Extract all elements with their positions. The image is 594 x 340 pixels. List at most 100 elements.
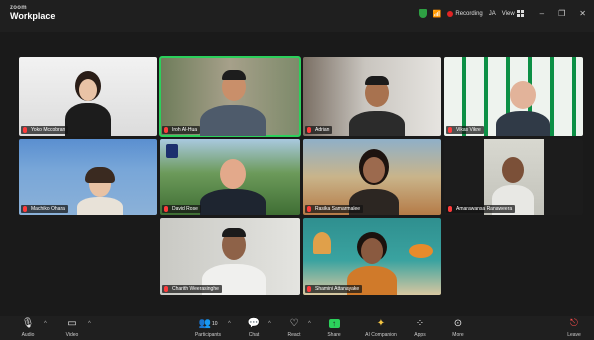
video-tile-amarawansa[interactable]: Amarawansa Ranaweera — [444, 139, 583, 215]
nameplate: Amarawansa Ranaweera — [446, 205, 516, 213]
mic-muted-icon — [307, 206, 311, 212]
participant-name: Adrian — [315, 127, 330, 133]
participants-button[interactable]: 👥10 Participants — [188, 318, 228, 338]
recording-label: Recording — [455, 10, 483, 17]
share-screen-icon: ↑ — [314, 318, 354, 330]
video-tile-charith[interactable]: Charith Weerasinghe — [160, 218, 300, 295]
react-options-chevron-icon[interactable]: ^ — [308, 321, 311, 327]
participant-face — [510, 81, 536, 109]
participant-body — [65, 103, 111, 136]
participant-name: Rasika Samarmalee — [315, 206, 361, 212]
university-logo-icon — [166, 144, 178, 158]
audio-button[interactable]: 🎙 Audio — [8, 318, 48, 338]
apps-icon: ⁘ — [415, 318, 425, 329]
mic-muted-icon — [307, 127, 311, 133]
participant-name: Vikas Vikre — [456, 127, 481, 133]
chat-options-chevron-icon[interactable]: ^ — [268, 321, 271, 327]
signal-icon[interactable]: 📶 — [433, 10, 442, 18]
audio-options-chevron-icon[interactable]: ^ — [44, 321, 47, 327]
participants-count: 10 — [211, 321, 218, 327]
participant-hair — [222, 228, 246, 237]
video-tile-yoko[interactable]: Yoko Mccobran — [19, 57, 157, 136]
mic-muted-icon — [164, 206, 168, 212]
share-label: Share — [327, 332, 341, 338]
audio-label: Audio — [21, 332, 35, 338]
leave-button[interactable]: ⎋ Leave — [554, 318, 594, 338]
video-tile-shamini[interactable]: Shamini Attanayake — [303, 218, 441, 295]
mic-muted-icon — [164, 127, 168, 133]
share-button[interactable]: ↑ Share — [314, 318, 354, 338]
nameplate: Shamini Attanayake — [305, 285, 363, 293]
participant-name: Machiko Ohara — [31, 206, 65, 212]
nameplate: Adrian — [305, 126, 333, 134]
grid-view-icon — [516, 10, 524, 17]
fruit-bowl-decoration — [409, 244, 433, 258]
mic-muted-icon — [307, 286, 311, 292]
participant-name: Amarawansa Ranaweera — [456, 206, 513, 212]
video-options-chevron-icon[interactable]: ^ — [88, 321, 91, 327]
nameplate: Vikas Vikre — [446, 126, 484, 134]
zoom-logo: zoom Workplace — [10, 5, 55, 21]
leave-label: Leave — [567, 332, 581, 338]
apps-label: Apps — [414, 332, 426, 338]
participant-name: Charith Weerasinghe — [172, 286, 219, 292]
mic-muted-icon — [448, 206, 452, 212]
title-bar: zoom Workplace 📶 Recording JA View – ❐ ✕ — [0, 0, 594, 32]
record-dot-icon — [447, 10, 454, 17]
video-label: Video — [65, 332, 79, 338]
nameplate: David Rose — [162, 205, 201, 213]
participant-name: Iroh Al-Hua — [172, 127, 198, 133]
apps-button[interactable]: ⁘ Apps — [400, 318, 440, 338]
recording-indicator[interactable]: Recording — [447, 10, 483, 17]
participant-body — [349, 111, 405, 136]
nameplate: Iroh Al-Hua — [162, 126, 201, 134]
participants-icon: 👥10 — [198, 318, 218, 329]
nameplate: Yoko Mccobran — [21, 126, 69, 134]
participant-body — [496, 111, 550, 136]
mic-muted-icon — [448, 127, 452, 133]
security-shield-icon[interactable] — [418, 9, 427, 18]
mic-muted-icon — [23, 206, 27, 212]
participant-face — [502, 157, 524, 183]
minimize-button[interactable]: – — [540, 9, 544, 18]
ai-companion-button[interactable]: ✦ AI Companion — [356, 318, 406, 338]
sparkle-icon: ✦ — [376, 318, 386, 329]
participant-face — [79, 79, 97, 101]
participant-hair — [85, 167, 115, 183]
participant-hair — [222, 70, 246, 80]
participant-body — [200, 189, 266, 215]
more-label: More — [452, 332, 464, 338]
video-button[interactable]: ▭ Video — [52, 318, 92, 338]
participant-name: David Rose — [172, 206, 198, 212]
video-tile-iroh[interactable]: Iroh Al-Hua — [159, 56, 301, 137]
video-tile-david[interactable]: David Rose — [160, 139, 300, 215]
participants-label: Participants — [194, 332, 222, 338]
user-initials[interactable]: JA — [489, 11, 496, 17]
more-button[interactable]: ⊙ More — [438, 318, 478, 338]
participant-hair — [365, 76, 389, 85]
view-button[interactable]: View — [502, 10, 524, 17]
video-tile-rasika[interactable]: Rasika Samarmalee — [303, 139, 441, 215]
close-button[interactable]: ✕ — [579, 9, 586, 18]
participant-body — [200, 105, 266, 136]
meeting-toolbar: 🎙 Audio ^ ▭ Video ^ 👥10 Participants ^ 💬… — [0, 316, 594, 340]
microphone-icon: 🎙 — [21, 318, 35, 329]
brand-bottom: Workplace — [10, 11, 56, 21]
nameplate: Charith Weerasinghe — [162, 285, 222, 293]
nameplate: Machiko Ohara — [21, 205, 68, 213]
participant-face — [361, 238, 383, 264]
view-label: View — [501, 10, 515, 17]
participant-face — [363, 157, 385, 183]
participants-options-chevron-icon[interactable]: ^ — [228, 321, 231, 327]
participant-body — [77, 197, 123, 215]
react-label: React — [287, 332, 301, 338]
participant-name: Shamini Attanayake — [315, 286, 360, 292]
video-tile-machiko[interactable]: Machiko Ohara — [19, 139, 157, 215]
ai-companion-label: AI Companion — [365, 332, 397, 338]
restore-button[interactable]: ❐ — [558, 9, 565, 18]
mic-muted-icon — [164, 286, 168, 292]
video-tile-adrian[interactable]: Adrian — [303, 57, 441, 136]
participant-name: Yoko Mccobran — [31, 127, 66, 133]
video-tile-vikas[interactable]: Vikas Vikre — [444, 57, 583, 136]
chat-label: Chat — [248, 332, 260, 338]
